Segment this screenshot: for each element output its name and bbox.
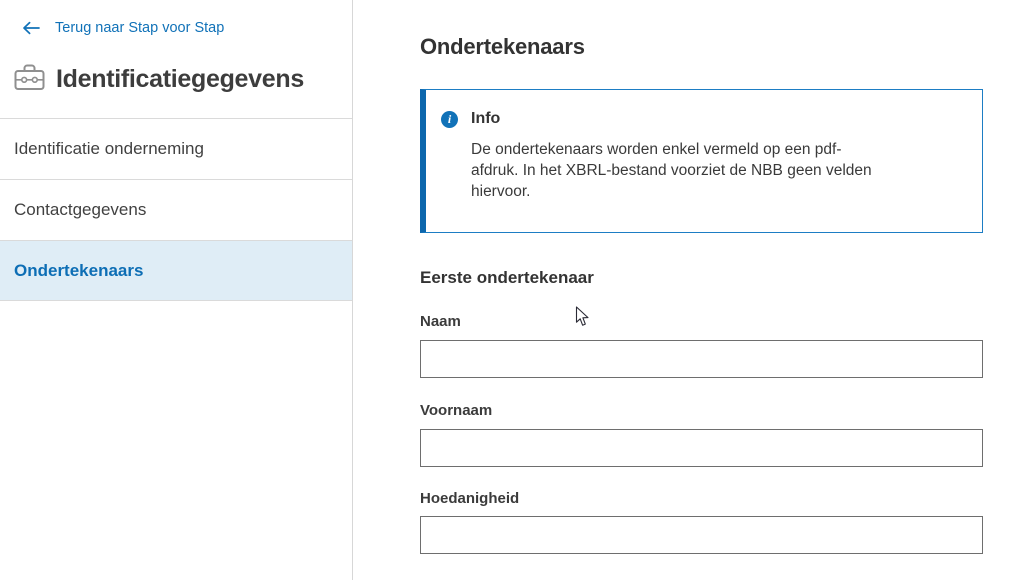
info-box-text: De ondertekenaars worden enkel vermeld o… (471, 139, 962, 202)
back-link[interactable]: Terug naar Stap voor Stap (22, 19, 224, 37)
main-content: Ondertekenaars i Info De ondertekenaars … (420, 0, 983, 554)
sidebar-item-ondertekenaars[interactable]: Ondertekenaars (0, 240, 352, 301)
naam-label: Naam (420, 313, 983, 330)
voornaam-input[interactable] (420, 429, 983, 467)
naam-input[interactable] (420, 340, 983, 378)
sidebar-item-label: Identificatie onderneming (14, 139, 204, 159)
info-box-header: i Info (441, 110, 962, 128)
info-box: i Info De ondertekenaars worden enkel ve… (420, 89, 983, 233)
sidebar-nav: Identificatie onderneming Contactgegeven… (0, 118, 352, 301)
sidebar-title-label: Identificatiegegevens (56, 64, 304, 94)
sidebar-item-label: Ondertekenaars (14, 261, 143, 281)
page: Terug naar Stap voor Stap Identificatieg… (0, 0, 1028, 580)
back-arrow-icon (22, 21, 40, 35)
voornaam-label: Voornaam (420, 402, 983, 419)
sidebar-item-label: Contactgegevens (14, 200, 146, 220)
page-title: Ondertekenaars (420, 33, 983, 61)
info-text-line: hiervoor. (471, 181, 962, 202)
sidebar-title: Identificatiegegevens (14, 64, 352, 94)
sidebar-item-identificatie-onderneming[interactable]: Identificatie onderneming (0, 118, 352, 179)
info-box-title: Info (471, 110, 500, 128)
hoedanigheid-label: Hoedanigheid (420, 490, 983, 507)
section-title: Eerste ondertekenaar (420, 268, 983, 287)
hoedanigheid-input[interactable] (420, 516, 983, 554)
toolbox-icon (14, 63, 45, 96)
info-text-line: De ondertekenaars worden enkel vermeld o… (471, 139, 962, 160)
back-link-label: Terug naar Stap voor Stap (55, 19, 224, 37)
info-icon: i (441, 111, 458, 128)
sidebar: Terug naar Stap voor Stap Identificatieg… (0, 0, 353, 580)
sidebar-item-contactgegevens[interactable]: Contactgegevens (0, 179, 352, 240)
info-text-line: afdruk. In het XBRL-bestand voorziet de … (471, 160, 962, 181)
